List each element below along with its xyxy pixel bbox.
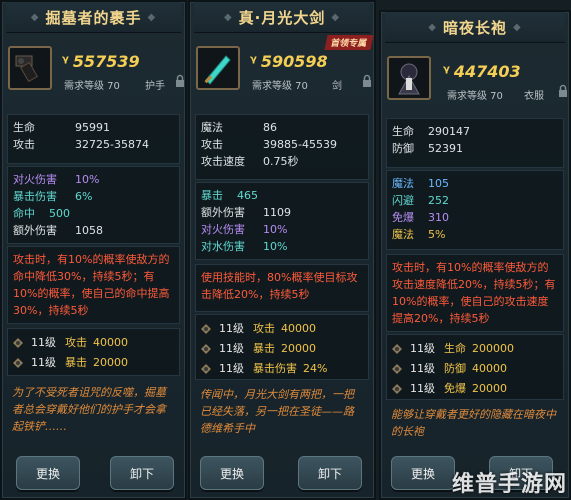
unequip-button[interactable]: 卸下	[110, 456, 174, 490]
swap-button[interactable]: 更换	[391, 456, 455, 490]
level-bonus-row: 11级 攻击 40000	[201, 319, 363, 339]
stat-row: 攻击 32725-35874	[13, 138, 149, 151]
effect-text: 攻击时，有10%的概率使敌方的攻击速度降低20%，持续5秒；有10%的概率，使自…	[392, 261, 556, 325]
robe-icon	[398, 63, 420, 95]
required-level: 需求等级 70	[447, 91, 503, 102]
lore-text: 传闻中，月光大剑有两把，一把已经失落，另一把在圣徒——路德维希手中	[200, 388, 354, 435]
lock-icon[interactable]	[175, 74, 185, 88]
stat-row: 生命 95991	[13, 121, 110, 134]
base-stats: 生命 290147 防御 52391	[386, 118, 564, 168]
gem-icon	[13, 338, 23, 348]
slot-type: 护手	[145, 81, 165, 92]
effect-text: 使用技能时，80%概率使目标攻击降低20%，持续5秒	[201, 271, 358, 301]
unequip-button[interactable]: 卸下	[298, 456, 362, 490]
panel-title-bar: ◆ 暗夜长袍 ◆	[385, 12, 565, 43]
gem-icon	[201, 364, 211, 374]
lock-icon[interactable]	[362, 74, 372, 88]
level-bonuses: 11级 生命 200000 11级 防御 40000 11级 免爆 20000	[386, 334, 564, 400]
gem-icon	[201, 344, 211, 354]
level-bonus-row: 11级 暴击 20000	[201, 339, 363, 359]
power-score: ᵞ 447403	[443, 62, 521, 81]
required-level: 需求等级 70	[64, 81, 120, 92]
base-stats: 魔法 86 攻击 39885-45539 攻击速度 0.75秒	[195, 114, 369, 180]
gem-icon	[392, 364, 402, 374]
swap-button[interactable]: 更换	[200, 456, 264, 490]
power-score: ᵞ 590598	[250, 52, 328, 71]
special-effect: 攻击时，有10%的概率使敌方的命中降低30%，持续5秒；有10%的概率，使自己的…	[7, 246, 180, 324]
item-icon-gauntlet[interactable]	[8, 46, 52, 90]
lore-section: 传闻中，月光大剑有两把，一把已经失落，另一把在圣徒——路德维希手中	[195, 382, 369, 436]
level-bonus-row: 11级 免爆 20000	[392, 379, 558, 399]
lore-section: 能够让穿戴者更好的隐藏在暗夜中的长袍	[386, 402, 564, 446]
item-panel-gauntlet: ◆ 掘墓者的裹手 ◆ ᵞ 557539 需求等级 70 护手 生命 95991 攻击 32…	[0, 0, 187, 500]
level-bonus-row: 11级 防御 40000	[392, 359, 558, 379]
item-icon-sword[interactable]	[196, 46, 240, 90]
lock-icon[interactable]	[558, 84, 568, 98]
level-bonus-row: 11级 攻击 40000	[13, 333, 174, 353]
level-bonus-row: 11级 生命 200000	[392, 339, 558, 359]
slot-type: 剑	[332, 81, 342, 92]
item-icon-robe[interactable]	[387, 56, 431, 100]
item-title: 掘墓者的裹手	[45, 8, 142, 27]
panel-title-bar: ◆ 掘墓者的裹手 ◆	[6, 2, 181, 33]
item-panel-moonlight-sword: ◆ 真·月光大剑 ◆ 首领专属 ᵞ 590598 需求等级 70 剑 魔法 86 攻击 3…	[188, 0, 376, 500]
lore-text: 为了不受死者诅咒的反噬，掘墓者总会穿戴好他们的护手才会拿起铁铲……	[12, 386, 166, 433]
effect-text: 攻击时，有10%的概率使敌方的命中降低30%，持续5秒；有10%的概率，使自己的…	[13, 253, 170, 317]
extra-stats: 魔法 105 闪避 252 免爆 310 魔法 5%	[386, 170, 564, 250]
base-stats: 生命 95991 攻击 32725-35874	[7, 114, 180, 164]
gauntlet-icon	[15, 55, 39, 83]
level-bonus-row: 11级 暴击 20000	[13, 353, 174, 373]
panel-title-bar: ◆ 真·月光大剑 ◆	[194, 2, 370, 33]
swap-button[interactable]: 更换	[16, 456, 80, 490]
special-effect: 使用技能时，80%概率使目标攻击降低20%，持续5秒	[195, 264, 369, 312]
item-panel-night-robe: ◆ 暗夜长袍 ◆ ᵞ 447403 需求等级 70 衣服 生命 290147 防御 523…	[379, 10, 571, 500]
lore-section: 为了不受死者诅咒的反噬，掘墓者总会穿戴好他们的护手才会拿起铁铲……	[7, 380, 180, 442]
slot-type: 衣服	[524, 91, 544, 102]
gem-icon	[201, 324, 211, 334]
sword-icon	[204, 55, 231, 85]
extra-stats: 暴击 465 额外伤害 1109 对火伤害 10% 对水伤害 10%	[195, 182, 369, 260]
boss-exclusive-badge: 首领专属	[324, 35, 374, 50]
level-bonus-row: 11级 暴击伤害 24%	[201, 359, 363, 379]
gem-icon	[13, 358, 23, 368]
lore-text: 能够让穿戴者更好的隐藏在暗夜中的长袍	[391, 408, 556, 438]
special-effect: 攻击时，有10%的概率使敌方的攻击速度降低20%，持续5秒；有10%的概率，使自…	[386, 254, 564, 332]
gem-icon	[392, 384, 402, 394]
extra-stats: 对火伤害 10% 暴击伤害 6% 命中 500 额外伤害 1058	[7, 166, 180, 244]
required-level: 需求等级 70	[252, 81, 308, 92]
item-title: 暗夜长袍	[442, 18, 507, 37]
power-score: ᵞ 557539	[62, 52, 140, 71]
item-title: 真·月光大剑	[238, 8, 326, 27]
level-bonuses: 11级 攻击 40000 11级 暴击 20000	[7, 328, 180, 376]
level-bonuses: 11级 攻击 40000 11级 暴击 20000 11级 暴击伤害 24%	[195, 314, 369, 380]
gem-icon	[392, 344, 402, 354]
watermark: 维普手游网	[451, 472, 567, 497]
